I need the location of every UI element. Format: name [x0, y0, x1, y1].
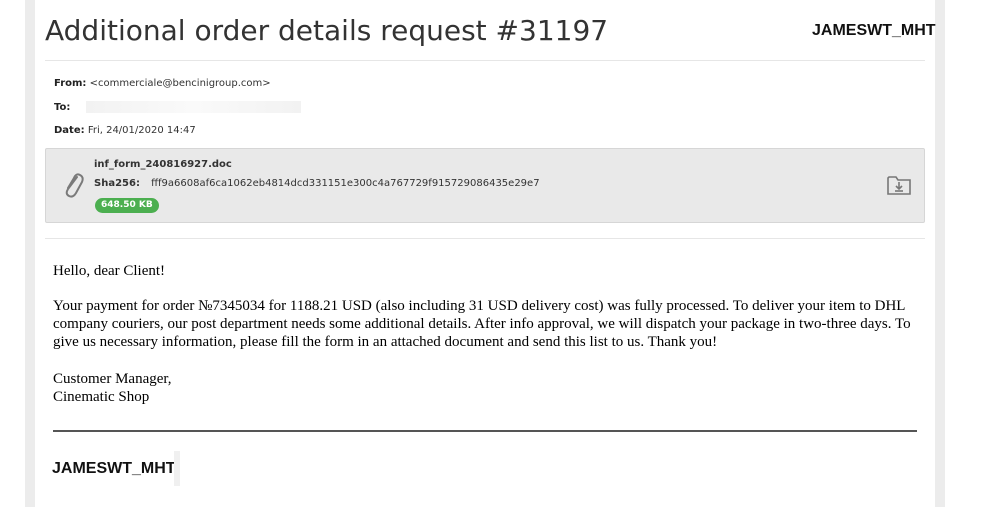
- paperclip-icon: [65, 173, 84, 198]
- body-paragraph: Your payment for order №7345034 for 1188…: [53, 298, 911, 350]
- download-icon[interactable]: [886, 173, 912, 197]
- signature-line-1: Customer Manager,: [53, 371, 172, 387]
- to-value-redacted: [85, 101, 301, 113]
- header-divider: [45, 60, 925, 61]
- text-cursor-mark: [174, 451, 180, 486]
- signature-divider: [53, 430, 917, 432]
- sha-label: Sha256:: [94, 178, 140, 189]
- attachment-size-badge: 648.50 KB: [95, 198, 159, 213]
- from-label: From:: [54, 78, 87, 89]
- from-row: From: <commerciale@bencinigroup.com>: [54, 78, 271, 89]
- email-subject: Additional order details request #31197: [45, 14, 609, 47]
- from-value[interactable]: <commerciale@bencinigroup.com>: [90, 78, 271, 89]
- to-row: To:: [54, 101, 301, 113]
- attachment-filename[interactable]: inf_form_240816927.doc: [94, 159, 232, 170]
- body-divider: [45, 238, 925, 239]
- date-row: Date: Fri, 24/01/2020 14:47: [54, 125, 196, 136]
- sha-value: fff9a6608af6ca1062eb4814dcd331151e300c4a…: [151, 178, 540, 189]
- attachment-card[interactable]: inf_form_240816927.doc Sha256: fff9a6608…: [45, 148, 925, 223]
- to-label: To:: [54, 102, 71, 113]
- date-value: Fri, 24/01/2020 14:47: [87, 125, 196, 136]
- attachment-hash-row: Sha256: fff9a6608af6ca1062eb4814dcd33115…: [94, 178, 540, 189]
- watermark-top: JAMESWT_MHT: [812, 22, 936, 39]
- watermark-bottom: JAMESWT_MHT: [52, 460, 176, 477]
- date-label: Date:: [54, 125, 85, 136]
- signature-line-2: Cinematic Shop: [53, 389, 150, 405]
- body-greeting: Hello, dear Client!: [53, 263, 166, 279]
